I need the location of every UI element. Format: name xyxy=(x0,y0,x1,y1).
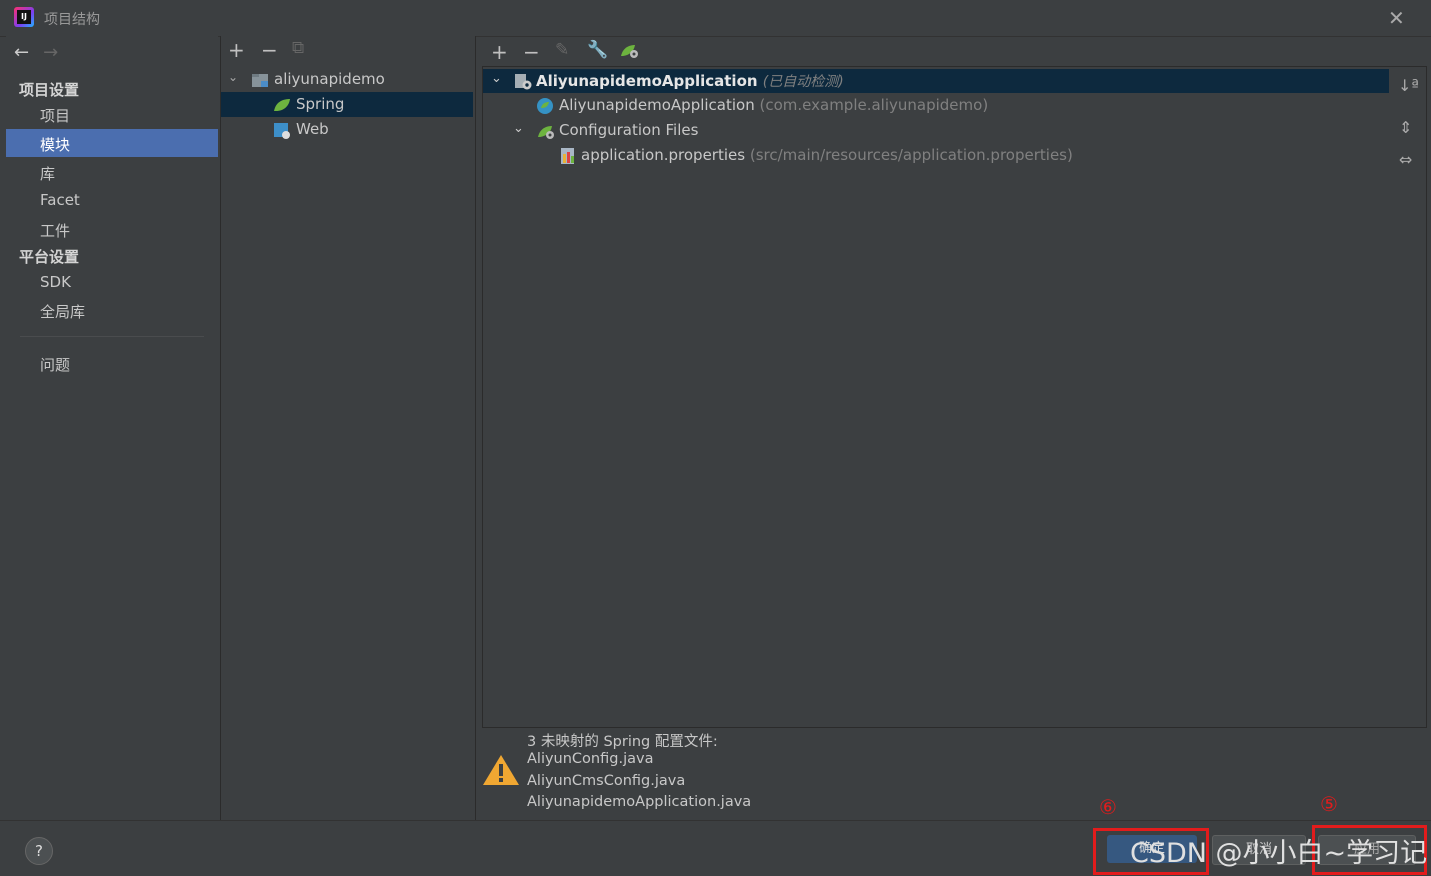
properties-file-node[interactable]: application.properties (src/main/resourc… xyxy=(581,146,1073,164)
spring-remove-icon[interactable]: − xyxy=(523,40,540,64)
context-root-label[interactable]: AliyunapidemoApplication (已自动检测) xyxy=(536,71,844,91)
spring-context-tree xyxy=(482,66,1427,728)
tree-root-module[interactable]: aliyunapidemo xyxy=(274,70,385,88)
add-icon[interactable]: + xyxy=(228,38,245,62)
sidebar-item-global-libraries[interactable]: 全局库 xyxy=(40,301,85,322)
window-title: 项目结构 xyxy=(44,12,100,28)
module-tree-panel xyxy=(220,36,476,820)
context-app-class[interactable]: AliyunapidemoApplication (com.example.al… xyxy=(559,96,988,114)
collapse-all-icon[interactable]: ⇔ xyxy=(1399,150,1412,169)
unmapped-config-warning: 3 未映射的 Spring 配置文件: AliyunConfig.java Al… xyxy=(482,727,1425,820)
forward-arrow-icon[interactable]: → xyxy=(43,42,58,63)
config-files-node[interactable]: Configuration Files xyxy=(559,121,698,139)
tree-item-spring[interactable]: Spring xyxy=(296,95,344,113)
section-project-settings: 项目设置 xyxy=(19,81,80,99)
remove-icon[interactable]: − xyxy=(261,38,278,62)
wrench-icon[interactable]: 🔧 xyxy=(587,40,608,60)
properties-file-path: (src/main/resources/application.properti… xyxy=(749,146,1073,164)
tree-selection-highlight xyxy=(221,92,473,117)
spring-boot-app-icon xyxy=(537,98,553,114)
spring-context-icon xyxy=(515,74,532,90)
history-navigation: ← → xyxy=(14,42,58,63)
title-bar: IJ 项目结构 ✕ xyxy=(0,0,1431,37)
sidebar-item-project[interactable]: 项目 xyxy=(40,105,70,126)
app-package: (com.example.aliyunapidemo) xyxy=(759,96,989,114)
warning-file: AliyunCmsConfig.java xyxy=(527,773,686,789)
app-logo-icon: IJ xyxy=(14,7,34,27)
sidebar-item-libraries[interactable]: 库 xyxy=(40,163,55,184)
close-icon[interactable]: ✕ xyxy=(1388,6,1405,30)
expand-all-icon[interactable]: ⇕ xyxy=(1399,118,1412,137)
auto-detected-note: (已自动检测) xyxy=(762,74,844,90)
tree-item-web[interactable]: Web xyxy=(296,120,329,138)
config-files-icon xyxy=(538,126,554,139)
csdn-watermark: CSDN @小小白~学习记 xyxy=(1130,838,1428,869)
edit-pencil-icon[interactable]: ✎ xyxy=(555,40,569,60)
warning-file: AliyunConfig.java xyxy=(527,751,654,767)
sidebar-item-problems[interactable]: 问题 xyxy=(40,354,70,375)
spring-leaf-icon xyxy=(274,99,290,111)
back-arrow-icon[interactable]: ← xyxy=(14,42,29,63)
spring-add-icon[interactable]: + xyxy=(491,40,508,64)
sort-alpha-icon[interactable]: ↓ª xyxy=(1398,76,1419,95)
module-folder-icon xyxy=(252,74,268,87)
sidebar-item-artifacts[interactable]: 工件 xyxy=(40,220,70,241)
copy-icon[interactable]: ⧉ xyxy=(292,38,304,58)
sidebar-item-facets[interactable]: Facet xyxy=(40,191,80,209)
annotation-five: ⑤ xyxy=(1320,792,1338,816)
section-platform-settings: 平台设置 xyxy=(19,248,80,266)
chevron-down-icon[interactable]: ⌄ xyxy=(491,71,502,86)
sidebar-divider xyxy=(20,336,204,337)
annotation-six: ⑥ xyxy=(1099,795,1117,819)
chevron-down-icon[interactable]: ⌄ xyxy=(513,121,524,136)
warning-file: AliyunapidemoApplication.java xyxy=(527,794,752,810)
properties-file-icon xyxy=(561,148,574,164)
sidebar-item-modules[interactable]: 模块 xyxy=(40,134,70,155)
sidebar-item-sdk[interactable]: SDK xyxy=(40,273,71,291)
chevron-down-icon[interactable]: ⌄ xyxy=(228,70,238,84)
warning-header: 3 未映射的 Spring 配置文件: xyxy=(527,734,718,750)
help-icon[interactable]: ? xyxy=(25,837,53,865)
web-facet-icon xyxy=(274,123,290,139)
warning-triangle-icon xyxy=(483,755,519,785)
sidebar-selection-highlight xyxy=(6,129,218,157)
spring-config-icon[interactable] xyxy=(619,42,641,60)
